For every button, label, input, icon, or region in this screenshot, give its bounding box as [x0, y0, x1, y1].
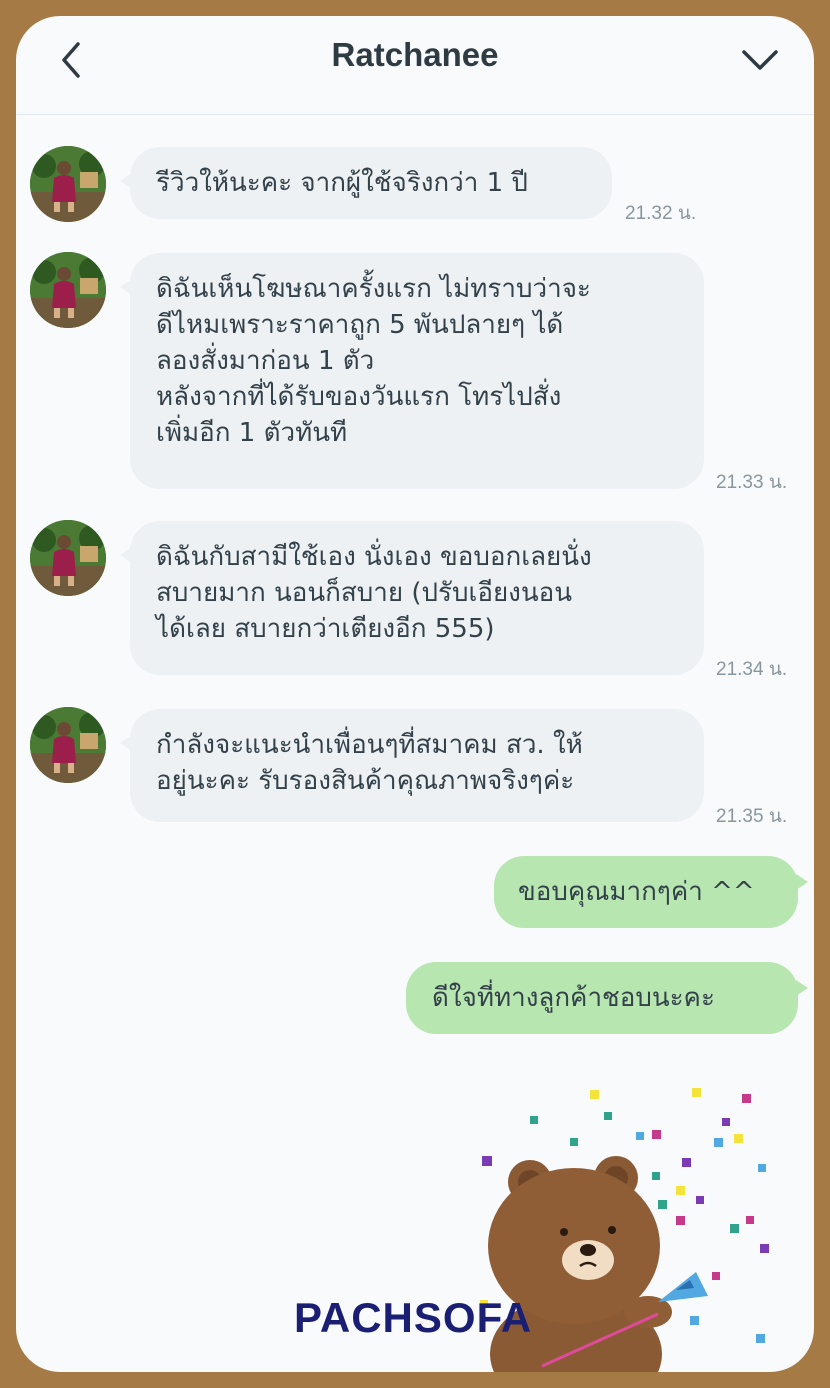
message-text: ดีใจที่ทางลูกค้าชอบนะคะ — [432, 983, 715, 1013]
contact-avatar[interactable] — [30, 146, 106, 222]
message-text: ดิฉันเห็นโฆษณาครั้งแรก ไม่ทราบว่าจะ — [156, 274, 591, 304]
chevron-down-icon — [742, 50, 778, 70]
message-text: ดีไหมเพราะราคาถูก 5 พันปลายๆ ได้ — [156, 310, 564, 340]
message-time: 21.33 น. — [716, 472, 788, 493]
contact-avatar[interactable] — [30, 707, 106, 783]
message-bubble-outgoing[interactable]: ดีใจที่ทางลูกค้าชอบนะคะ — [406, 962, 808, 1034]
message-text: ขอบคุณมากๆค่า ^^ — [518, 877, 755, 907]
chat-title: Ratchanee — [331, 36, 499, 73]
message-time: 21.32 น. — [625, 203, 697, 224]
avatar-photo — [30, 707, 106, 783]
avatar-photo — [30, 520, 106, 596]
message-text: สบายมาก นอนก็สบาย (ปรับเอียงนอน — [156, 578, 573, 608]
message-text: ได้เลย สบายกว่าเตียงอีก 555) — [156, 614, 495, 644]
message-bubble-outgoing[interactable]: ขอบคุณมากๆค่า ^^ — [494, 856, 808, 928]
message-text: เพิ่มอีก 1 ตัวทันที — [156, 418, 348, 448]
message-bubble[interactable]: กำลังจะแนะนำเพื่อนๆที่สมาคม สว. ให้ อยู่… — [120, 709, 704, 822]
message-bubble[interactable]: รีวิวให้นะคะ จากผู้ใช้จริงกว่า 1 ปี — [120, 147, 612, 219]
message-text: อยู่นะคะ รับรองสินค้าคุณภาพจริงๆค่ะ — [156, 766, 575, 796]
chat-header: Ratchanee — [16, 16, 814, 115]
message-time: 21.35 น. — [716, 806, 788, 827]
message-text: ดิฉันกับสามีใช้เอง นั่งเอง ขอบอกเลยนั่ง — [156, 542, 592, 572]
message-text: กำลังจะแนะนำเพื่อนๆที่สมาคม สว. ให้ — [156, 730, 583, 760]
contact-avatar[interactable] — [30, 520, 106, 596]
contact-avatar[interactable] — [30, 252, 106, 328]
message-text: ลองสั่งมาก่อน 1 ตัว — [156, 346, 375, 376]
avatar-photo — [30, 252, 106, 328]
chat-menu-button[interactable] — [740, 42, 780, 76]
message-bubble[interactable]: ดิฉันเห็นโฆษณาครั้งแรก ไม่ทราบว่าจะ ดีไห… — [120, 253, 704, 489]
message-time: 21.34 น. — [716, 659, 788, 680]
message-text: หลังจากที่ได้รับของวันแรก โทรไปสั่ง — [156, 382, 562, 412]
message-text: รีวิวให้นะคะ จากผู้ใช้จริงกว่า 1 ปี — [156, 168, 528, 198]
message-bubble[interactable]: ดิฉันกับสามีใช้เอง นั่งเอง ขอบอกเลยนั่ง … — [120, 521, 704, 675]
chat-screen: Ratchanee รีวิวให้นะคะ จากผู้ใช้จริงกว่า… — [16, 16, 814, 1372]
avatar-photo — [30, 146, 106, 222]
watermark-logo: PACHSOFA — [294, 1294, 533, 1341]
